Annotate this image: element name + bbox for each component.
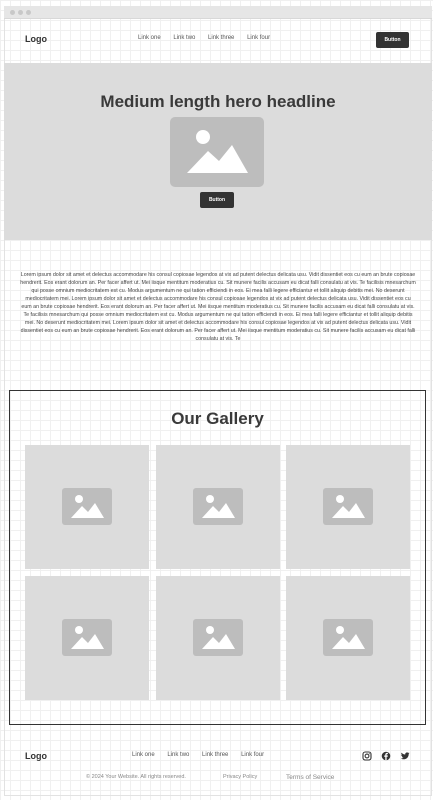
hero-image-placeholder: [170, 117, 264, 187]
gallery-tile[interactable]: [286, 445, 410, 569]
gallery-tile[interactable]: [156, 576, 280, 700]
facebook-icon[interactable]: [381, 751, 391, 761]
instagram-icon[interactable]: [362, 751, 372, 761]
twitter-icon[interactable]: [400, 751, 410, 761]
footer-link-one[interactable]: Link one: [132, 752, 155, 758]
header-nav: Link one Link two Link three Link four: [138, 35, 281, 41]
body-paragraph: Lorem ipsum dolor sit amet et delectus a…: [20, 272, 416, 342]
window-dot-icon: [26, 10, 31, 15]
image-placeholder-icon: [323, 619, 373, 656]
header-logo[interactable]: Logo: [25, 34, 47, 44]
footer-nav: Link one Link two Link three Link four: [132, 752, 275, 758]
gallery-section: Our Gallery: [9, 390, 426, 725]
image-placeholder-icon: [193, 619, 243, 656]
gallery-title: Our Gallery: [171, 409, 264, 428]
header-button[interactable]: Button: [376, 32, 409, 48]
footer-copyright: © 2024 Your Website. All rights reserved…: [86, 774, 186, 780]
footer-terms-link[interactable]: Terms of Service: [286, 774, 334, 781]
image-placeholder-icon: [193, 488, 243, 525]
image-placeholder-icon: [323, 488, 373, 525]
gallery-tile[interactable]: [25, 576, 149, 700]
footer-link-two[interactable]: Link two: [167, 752, 189, 758]
nav-link-one[interactable]: Link one: [138, 35, 161, 41]
window-dot-icon: [18, 10, 23, 15]
image-placeholder-icon: [62, 488, 112, 525]
footer-privacy-link[interactable]: Privacy Policy: [223, 774, 257, 780]
image-placeholder-icon: [62, 619, 112, 656]
nav-link-four[interactable]: Link four: [247, 35, 270, 41]
footer-link-four[interactable]: Link four: [241, 752, 264, 758]
hero-section: Medium length hero headline Button: [4, 63, 432, 240]
footer-logo[interactable]: Logo: [25, 751, 47, 761]
nav-link-three[interactable]: Link three: [208, 35, 234, 41]
gallery-tile[interactable]: [156, 445, 280, 569]
hero-button[interactable]: Button: [200, 192, 234, 208]
window-titlebar: [4, 6, 432, 19]
gallery-tile[interactable]: [25, 445, 149, 569]
gallery-tile[interactable]: [286, 576, 410, 700]
footer-link-three[interactable]: Link three: [202, 752, 228, 758]
site-footer: Logo Link one Link two Link three Link f…: [4, 740, 432, 790]
window-dot-icon: [10, 10, 15, 15]
site-header: Logo Link one Link two Link three Link f…: [4, 19, 432, 63]
image-placeholder-icon: [187, 130, 248, 173]
hero-headline: Medium length hero headline: [100, 92, 336, 111]
nav-link-two[interactable]: Link two: [173, 35, 195, 41]
